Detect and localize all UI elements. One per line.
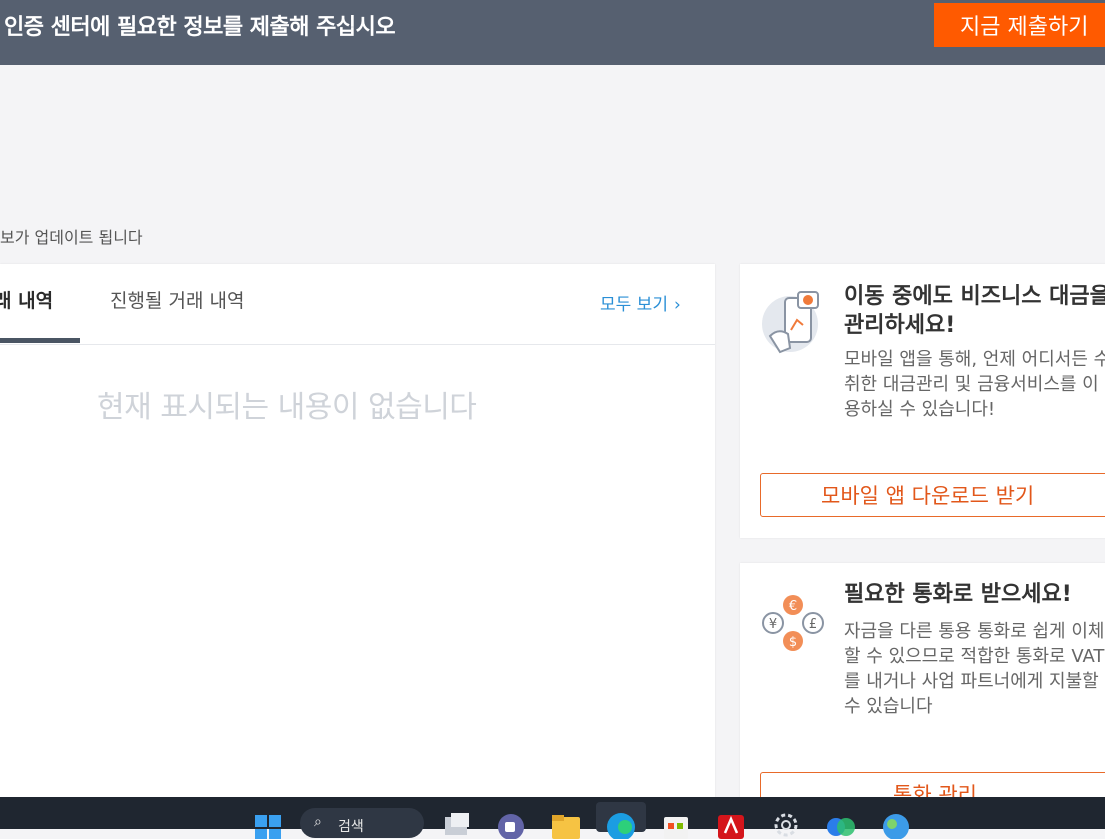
currency-promo-description: 자금을 다른 통용 통화로 쉽게 이체할 수 있으므로 적합한 통화로 VAT를… [844, 621, 1105, 717]
teams-icon[interactable] [496, 809, 526, 839]
pound-symbol: £ [809, 617, 817, 632]
verification-banner: 인증 센터에 필요한 정보를 제출해 주십시오 지금 제출하기 [0, 0, 1105, 65]
taskbar-search[interactable]: ⌕ 검색 [300, 808, 424, 838]
acrobat-icon[interactable] [716, 809, 746, 839]
tab-upcoming-transactions[interactable]: 진행될 거래 내역 [110, 286, 244, 313]
euro-symbol: € [789, 599, 797, 614]
windows-taskbar: ⌕ 검색 [0, 797, 1105, 839]
file-explorer-icon[interactable] [550, 809, 582, 839]
transactions-card: 래 내역 진행될 거래 내역 모두 보기 › 현재 표시되는 내용이 없습니다 [0, 264, 715, 804]
search-icon: ⌕ [314, 814, 322, 830]
banner-message: 인증 센터에 필요한 정보를 제출해 주십시오 [4, 15, 396, 40]
currency-exchange-icon: € ¥ £ $ [762, 595, 824, 651]
submit-now-button[interactable]: 지금 제출하기 [934, 3, 1105, 47]
mobile-promo-title: 이동 중에도 비즈니스 대금을 관리하세요! [844, 284, 1105, 338]
mobile-phone-hand-icon [762, 291, 819, 354]
yen-symbol: ¥ [769, 617, 777, 632]
store-icon[interactable] [660, 809, 692, 839]
empty-state-message: 현재 표시되는 내용이 없습니다 [97, 390, 477, 425]
active-tab-indicator [0, 338, 80, 343]
update-note: 보가 업데이트 됩니다 [0, 228, 143, 247]
dollar-symbol: $ [789, 635, 797, 650]
view-all-link[interactable]: 모두 보기 › [600, 290, 681, 315]
edge-icon[interactable] [605, 809, 637, 839]
windows-start-icon[interactable] [253, 809, 283, 839]
task-view-icon[interactable] [441, 809, 473, 839]
chevron-right-icon: › [673, 295, 681, 315]
taskbar-search-label: 검색 [338, 819, 364, 835]
mobile-app-promo-card: 이동 중에도 비즈니스 대금을 관리하세요! 모바일 앱을 통해, 언제 어디서… [740, 264, 1105, 538]
tab-recent-transactions[interactable]: 래 내역 [0, 286, 53, 313]
weather-icon[interactable] [880, 809, 912, 839]
view-all-label: 모두 보기 [600, 295, 668, 315]
settings-icon[interactable] [770, 809, 802, 839]
transactions-tabs: 래 내역 진행될 거래 내역 모두 보기 › [0, 264, 715, 345]
currency-promo-title: 필요한 통화로 받으세요! [844, 582, 1072, 607]
copilot-icon[interactable] [825, 809, 857, 839]
currency-promo-card: € ¥ £ $ 필요한 통화로 받으세요! 자금을 다른 통용 통화로 쉽게 이… [740, 563, 1105, 816]
mobile-promo-description: 모바일 앱을 통해, 언제 어디서든 수취한 대금관리 및 금융서비스를 이용하… [844, 349, 1105, 420]
download-mobile-app-button[interactable]: 모바일 앱 다운로드 받기 [760, 473, 1105, 517]
